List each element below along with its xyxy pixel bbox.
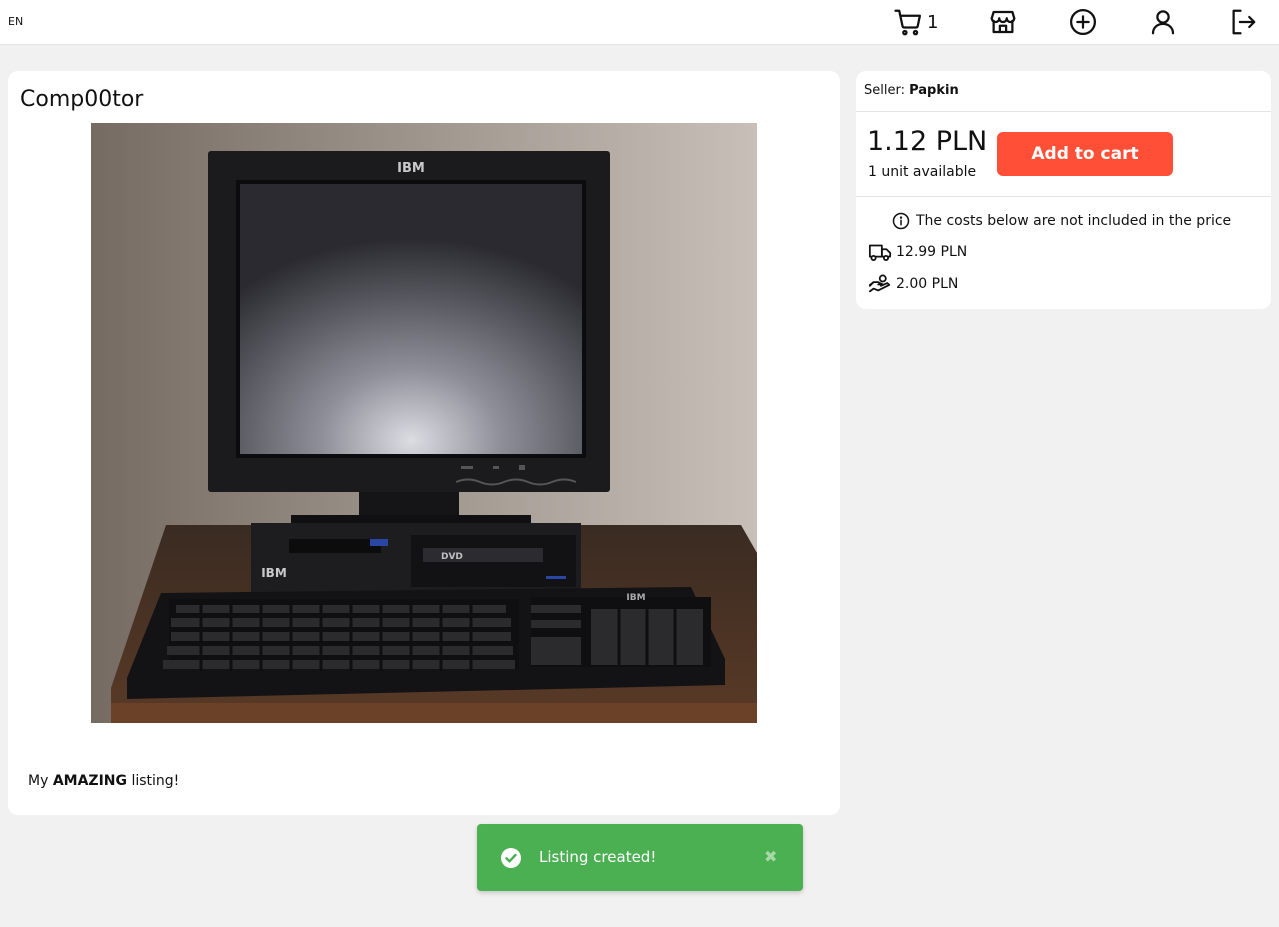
info-icon <box>892 212 910 230</box>
add-circle-icon <box>1070 9 1096 35</box>
divider <box>856 111 1271 112</box>
seller-name-link[interactable]: Papkin <box>909 83 959 98</box>
cart-button[interactable]: 1 <box>893 7 938 37</box>
price: 1.12 PLN <box>867 126 988 157</box>
create-listing-button[interactable] <box>1068 7 1098 37</box>
listing-photo[interactable]: IBM DVD IBM IBM <box>91 123 757 723</box>
svg-text:IBM: IBM <box>261 566 287 580</box>
listing-description: My AMAZING listing! <box>28 773 179 789</box>
costs-note-text: The costs below are not included in the … <box>916 213 1232 229</box>
success-toast: Listing created! ✖ <box>477 824 803 891</box>
cart-icon <box>894 9 921 36</box>
cart-count-badge: 1 <box>927 11 939 33</box>
handling-cost-value: 2.00 PLN <box>896 276 959 292</box>
svg-text:IBM: IBM <box>397 161 425 176</box>
profile-button[interactable] <box>1148 7 1178 37</box>
costs-note: The costs below are not included in the … <box>892 211 1231 231</box>
top-navigation-bar: EN 1 <box>0 0 1279 45</box>
user-icon <box>1151 10 1175 35</box>
seller-label: Seller: <box>864 83 910 98</box>
svg-text:IBM: IBM <box>626 593 645 603</box>
logout-icon <box>1232 9 1256 35</box>
description-emphasis: AMAZING <box>52 773 127 789</box>
toast-close-button[interactable]: ✖ <box>764 847 777 866</box>
listing-card: Comp00tor IBM DVD IBM IBM My AMAZING lis… <box>8 71 840 815</box>
logout-button[interactable] <box>1228 7 1258 37</box>
language-selector[interactable]: EN <box>8 15 23 28</box>
computer-photo-illustration: IBM DVD IBM IBM <box>91 123 757 723</box>
hand-coins-icon <box>868 274 891 293</box>
store-icon <box>990 10 1016 34</box>
shipping-cost: 12.99 PLN <box>868 241 967 263</box>
description-suffix: listing! <box>127 773 180 789</box>
purchase-panel: Seller: Papkin 1.12 PLN 1 unit available… <box>856 71 1271 309</box>
store-button[interactable] <box>988 7 1018 37</box>
handling-cost: 2.00 PLN <box>868 273 958 295</box>
divider <box>856 196 1271 197</box>
truck-icon <box>868 244 892 261</box>
svg-text:DVD: DVD <box>441 552 463 562</box>
toast-message: Listing created! <box>539 848 657 866</box>
seller-info: Seller: Papkin <box>864 83 959 98</box>
shipping-cost-value: 12.99 PLN <box>896 244 968 260</box>
check-circle-icon <box>501 848 521 868</box>
add-to-cart-button[interactable]: Add to cart <box>997 132 1173 176</box>
description-prefix: My <box>28 773 53 789</box>
availability: 1 unit available <box>868 164 977 180</box>
listing-title: Comp00tor <box>20 87 144 112</box>
